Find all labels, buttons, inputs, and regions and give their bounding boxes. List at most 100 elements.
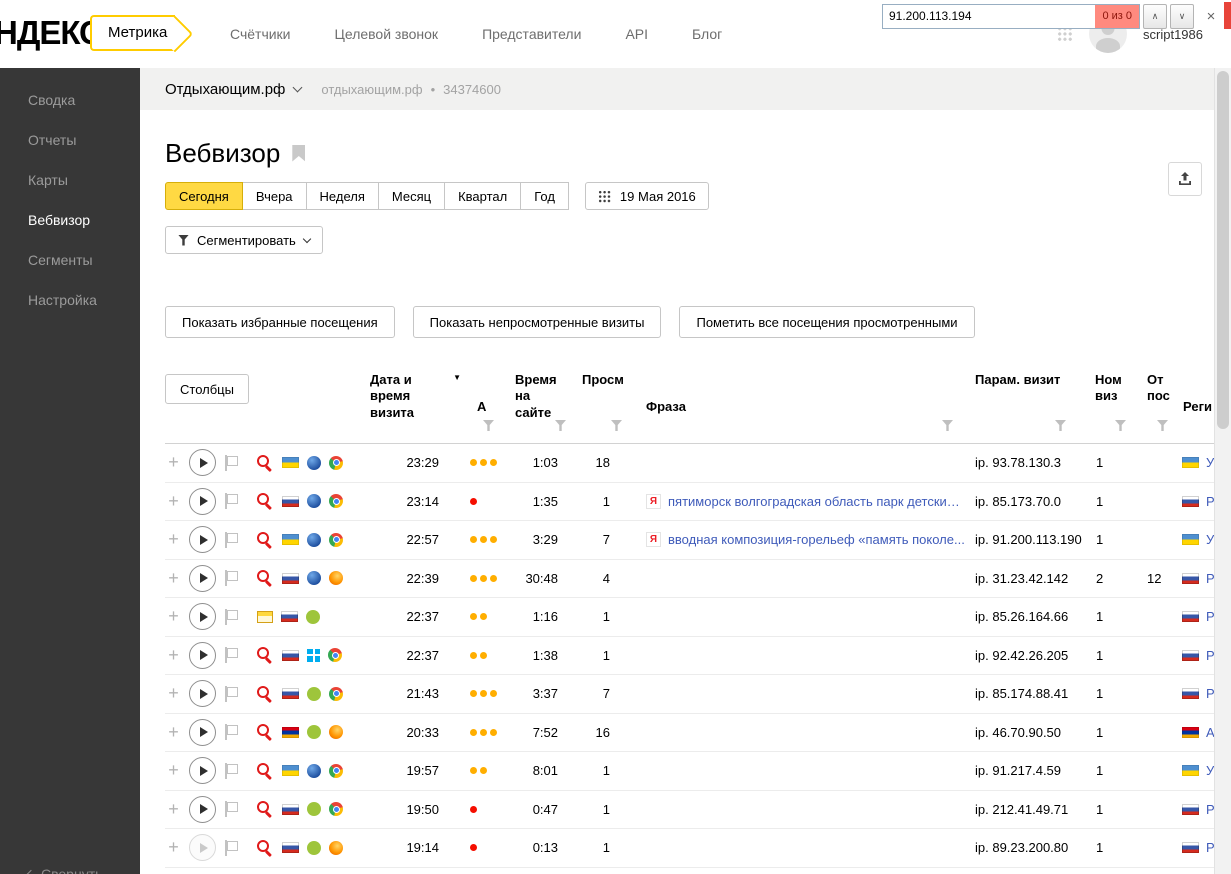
action-button[interactable]: Пометить все посещения просмотренными <box>679 306 975 338</box>
flag-icon[interactable] <box>225 685 238 702</box>
filter-funnel-icon[interactable] <box>555 420 566 431</box>
search-phrase-link[interactable]: вводная композиция-горельеф «память поко… <box>668 532 965 547</box>
columns-button[interactable]: Столбцы <box>165 374 249 404</box>
bookmark-icon[interactable] <box>292 144 306 162</box>
play-button[interactable] <box>189 449 216 477</box>
date-picker-button[interactable]: 19 Мая 2016 <box>584 182 709 210</box>
add-favorite-button[interactable] <box>167 722 180 743</box>
sidebar-item[interactable]: Отчеты <box>0 120 140 160</box>
phrase-cell: вводная композиция-горельеф «память поко… <box>640 532 965 548</box>
region-link[interactable]: Укр <box>1206 532 1214 547</box>
filter-funnel-icon[interactable] <box>1157 420 1168 431</box>
filter-funnel-icon[interactable] <box>611 420 622 431</box>
region-link[interactable]: Ро <box>1206 648 1214 663</box>
table-row: 22:37 1:38 1 ip. 92.42.26.205 1 Ро <box>165 637 1214 675</box>
period-tab[interactable]: Сегодня <box>165 182 243 210</box>
filter-funnel-icon[interactable] <box>1055 420 1066 431</box>
add-favorite-button[interactable] <box>167 760 180 781</box>
sidebar-item[interactable]: Настройка <box>0 280 140 320</box>
sidebar-collapse[interactable]: Свернуть <box>26 866 103 874</box>
region-link[interactable]: Ро <box>1206 609 1214 624</box>
export-button[interactable] <box>1168 162 1202 196</box>
search-phrase-link[interactable]: пятиморск волгоградская область парк дет… <box>668 494 965 509</box>
sidebar-item[interactable]: Сегменты <box>0 240 140 280</box>
site-selector[interactable]: Отдыхающим.рф <box>165 81 303 98</box>
play-button[interactable] <box>189 757 216 785</box>
find-prev-button[interactable]: ∧ <box>1143 3 1167 29</box>
find-input[interactable] <box>883 4 1096 28</box>
sidebar-item[interactable]: Карты <box>0 160 140 200</box>
period-tab[interactable]: Вчера <box>241 182 307 210</box>
region-link[interactable]: Ар <box>1206 725 1214 740</box>
collapse-label: Свернуть <box>41 866 103 874</box>
sidebar-item[interactable]: Вебвизор <box>0 200 140 240</box>
region-link[interactable]: Ро <box>1206 494 1214 509</box>
flag-icon[interactable] <box>225 608 238 625</box>
region-link[interactable]: Ро <box>1206 802 1214 817</box>
flag-icon[interactable] <box>225 647 238 664</box>
add-favorite-button[interactable] <box>167 799 180 820</box>
find-close-button[interactable]: × <box>1201 8 1221 25</box>
nav-item[interactable]: Целевой звонок <box>335 26 439 42</box>
nav-item[interactable]: Блог <box>692 26 722 42</box>
firefox-icon <box>329 840 343 855</box>
add-favorite-button[interactable] <box>167 529 180 550</box>
add-favorite-button[interactable] <box>167 568 180 589</box>
play-icon <box>200 804 208 815</box>
flag-icon[interactable] <box>225 531 238 548</box>
nav-item[interactable]: Счётчики <box>230 26 291 42</box>
flag-icon[interactable] <box>225 801 238 818</box>
play-button[interactable] <box>189 680 216 708</box>
play-button[interactable] <box>189 526 216 554</box>
scrollbar[interactable] <box>1214 68 1231 874</box>
sidebar-item[interactable]: Сводка <box>0 80 140 120</box>
page-views: 7 <box>602 532 610 548</box>
region-link[interactable]: Укр <box>1206 455 1214 470</box>
sort-desc-icon[interactable]: ▼ <box>453 373 461 383</box>
filter-funnel-icon[interactable] <box>942 420 953 431</box>
play-button[interactable] <box>189 718 216 746</box>
play-button[interactable] <box>189 487 216 515</box>
play-button[interactable] <box>189 603 216 631</box>
region-link[interactable]: Укр <box>1206 763 1214 778</box>
nav-item[interactable]: API <box>625 26 648 42</box>
flag-icon[interactable] <box>225 762 238 779</box>
add-favorite-button[interactable] <box>167 837 180 858</box>
period-tab[interactable]: Квартал <box>444 182 522 210</box>
filter-funnel-icon[interactable] <box>1115 420 1126 431</box>
column-datetime[interactable]: Дата и время визита ▼ <box>363 364 465 443</box>
add-favorite-button[interactable] <box>167 452 180 473</box>
play-button[interactable] <box>189 564 216 592</box>
filter-funnel-icon[interactable] <box>483 420 494 431</box>
period-tab[interactable]: Месяц <box>377 182 446 210</box>
yandex-logo[interactable]: НДЕКС <box>0 14 103 52</box>
flag-icon[interactable] <box>225 724 238 741</box>
play-button[interactable] <box>189 641 216 669</box>
nav-item[interactable]: Представители <box>482 26 581 42</box>
page-views: 1 <box>602 647 610 663</box>
period-tab[interactable]: Год <box>520 182 569 210</box>
flag-icon[interactable] <box>225 839 238 856</box>
add-favorite-button[interactable] <box>167 683 180 704</box>
add-favorite-button[interactable] <box>167 645 180 666</box>
metrika-tab[interactable]: Метрика <box>90 15 176 51</box>
date-label: 19 Мая 2016 <box>619 188 696 204</box>
region-link[interactable]: Ро <box>1206 840 1214 855</box>
scrollbar-thumb[interactable] <box>1217 71 1229 429</box>
region-link[interactable]: Ро <box>1206 686 1214 701</box>
flag-icon[interactable] <box>225 454 238 471</box>
flag-icon[interactable] <box>225 570 238 587</box>
add-favorite-button[interactable] <box>167 491 180 512</box>
chrome-icon <box>329 686 343 701</box>
find-next-button[interactable]: ∨ <box>1170 3 1194 29</box>
add-favorite-button[interactable] <box>167 606 180 627</box>
play-button[interactable] <box>189 795 216 823</box>
visitor-icons <box>255 839 363 856</box>
flag-icon[interactable] <box>225 493 238 510</box>
play-button[interactable] <box>189 834 216 862</box>
region-link[interactable]: Ро <box>1206 571 1214 586</box>
action-button[interactable]: Показать непросмотренные визиты <box>412 306 662 338</box>
segment-button[interactable]: Сегментировать <box>165 226 323 254</box>
period-tab[interactable]: Неделя <box>305 182 379 210</box>
action-button[interactable]: Показать избранные посещения <box>165 306 395 338</box>
